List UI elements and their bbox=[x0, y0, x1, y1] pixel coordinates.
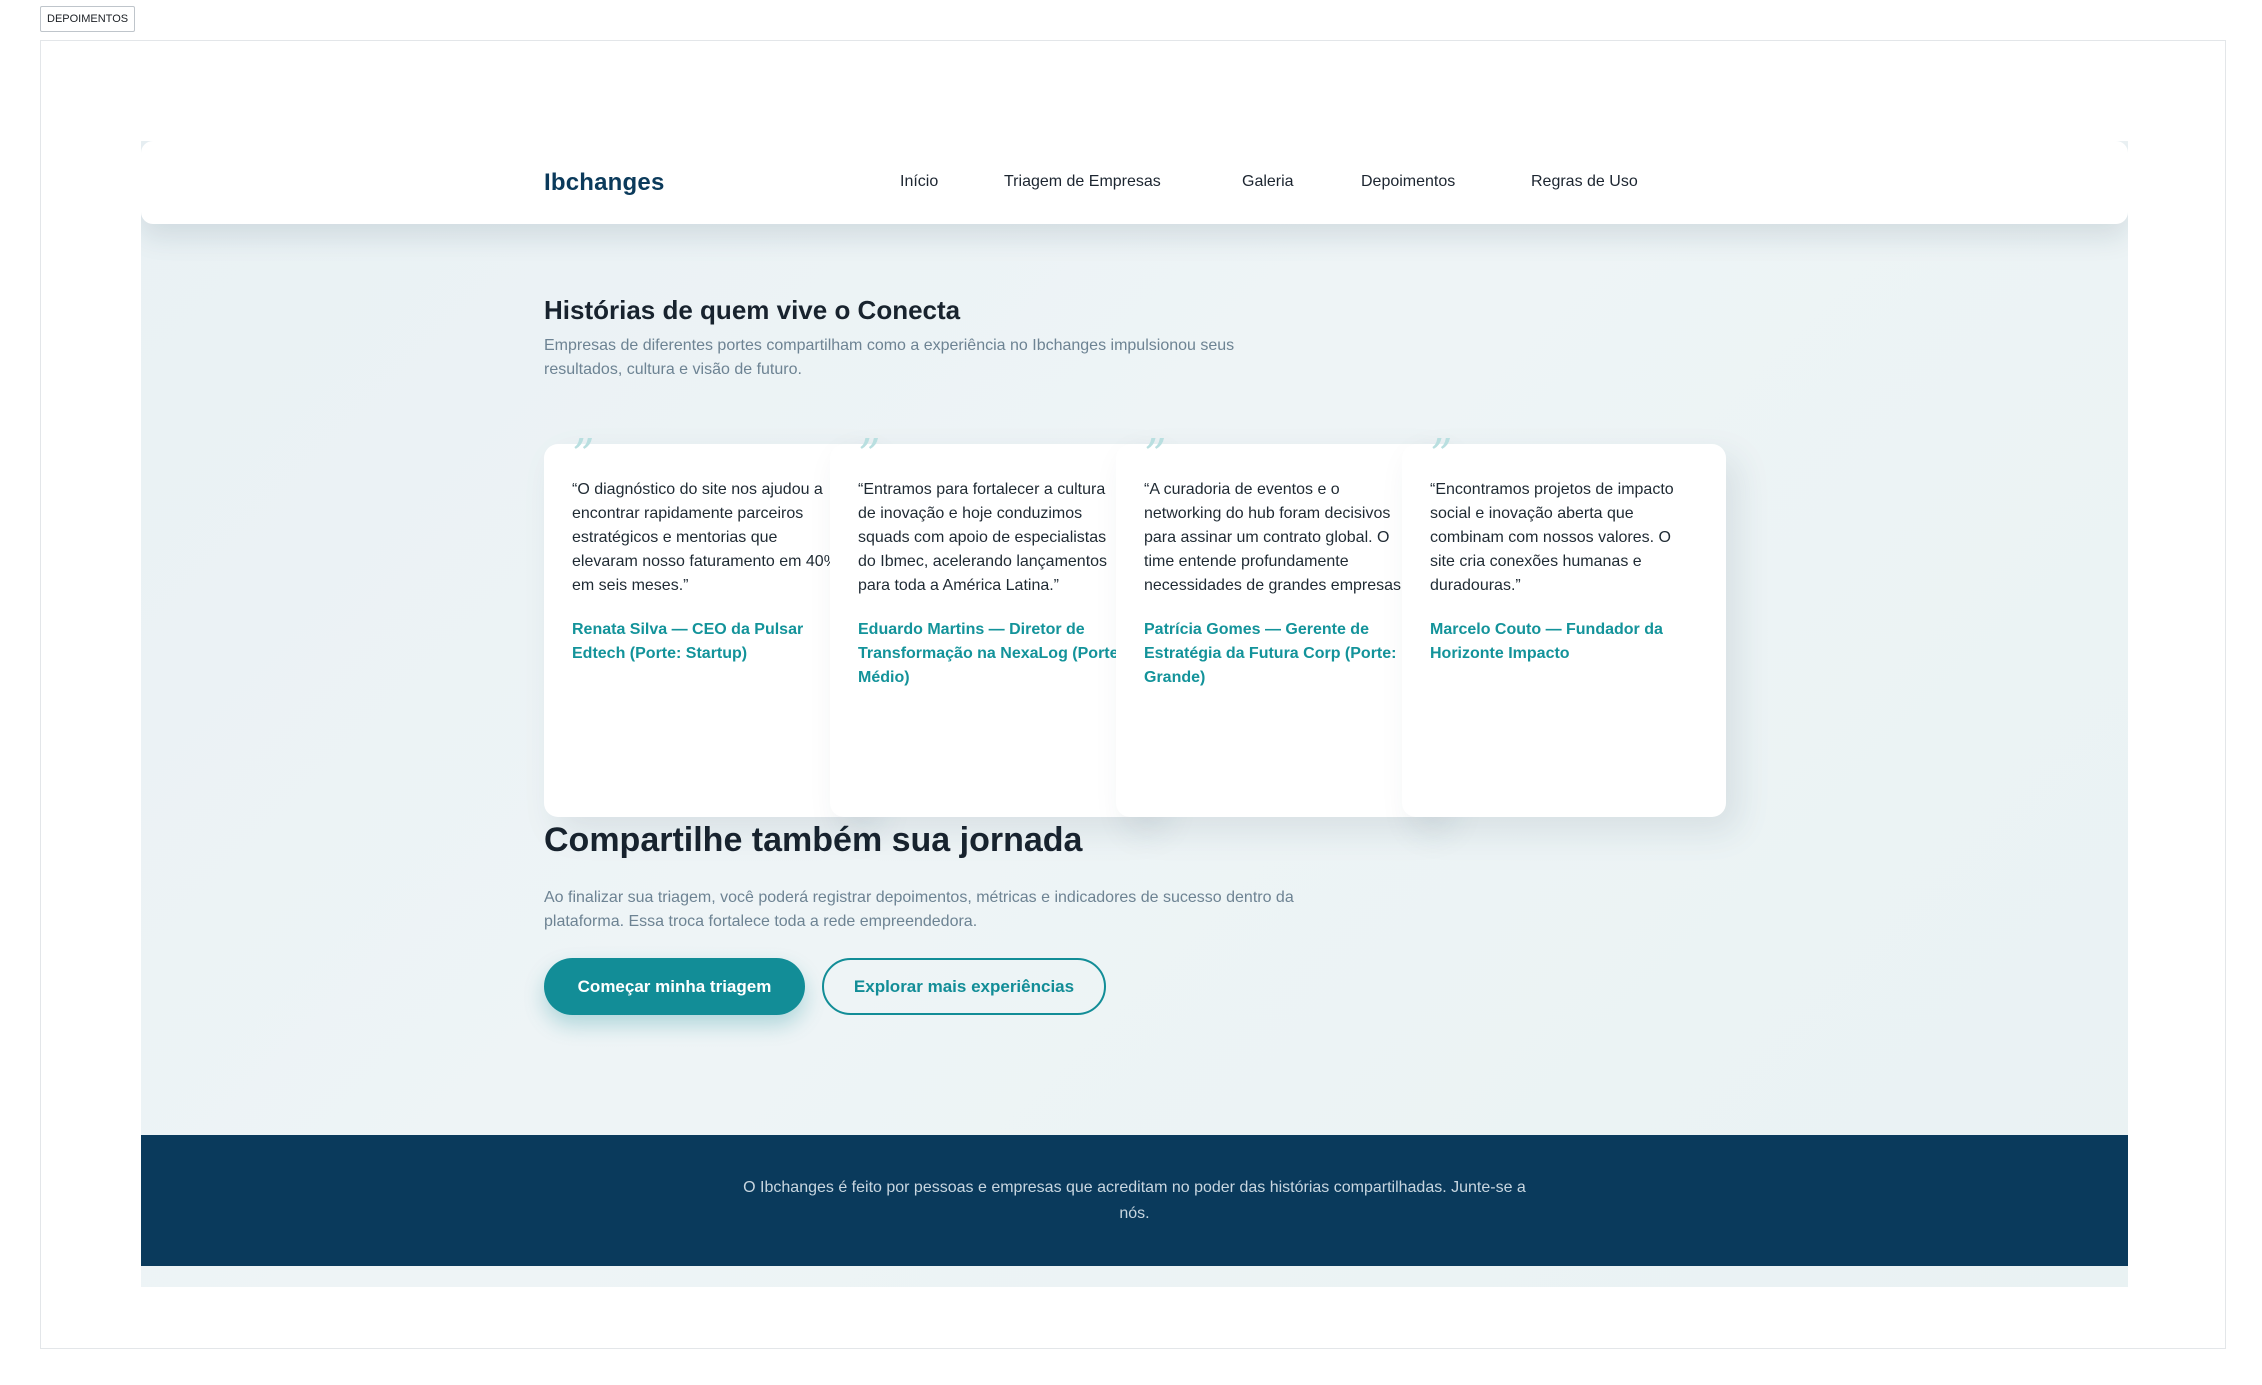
nav-link-depoimentos[interactable]: Depoimentos bbox=[1361, 173, 1455, 191]
nav-link-regras[interactable]: Regras de Uso bbox=[1531, 173, 1638, 191]
hero-subtitle: Empresas de diferentes portes compartilh… bbox=[544, 337, 1235, 378]
quote-icon: ” bbox=[858, 430, 881, 481]
testimonial-author: Eduardo Martins — Diretor de Transformaç… bbox=[858, 621, 1124, 686]
nav-link-inicio[interactable]: Início bbox=[900, 173, 938, 191]
testimonial-author: Patrícia Gomes — Gerente de Estratégia d… bbox=[1144, 621, 1397, 686]
top-navbar: Ibchanges Início Triagem de Empresas Gal… bbox=[141, 141, 2128, 224]
testimonial-card: ” “Entramos para fortalecer a cultura de… bbox=[830, 434, 1154, 817]
page-container: Ibchanges Início Triagem de Empresas Gal… bbox=[141, 141, 2128, 1287]
hero-title: Histórias de quem vive o Conecta bbox=[544, 295, 961, 325]
quote-icon: ” bbox=[1430, 430, 1453, 481]
quote-icon: ” bbox=[572, 430, 595, 481]
testimonial-quote: “O diagnóstico do site nos ajudou a enco… bbox=[572, 481, 838, 594]
share-title: Compartilhe também sua jornada bbox=[544, 821, 1083, 859]
testimonials-grid: ” “O diagnóstico do site nos ajudou a en… bbox=[544, 434, 1734, 817]
testimonial-quote: “Entramos para fortalecer a cultura de i… bbox=[858, 481, 1108, 594]
share-subtitle: Ao finalizar sua triagem, você poderá re… bbox=[544, 889, 1294, 930]
explore-experiences-button[interactable]: Explorar mais experiências bbox=[822, 958, 1106, 1015]
nav-link-galeria[interactable]: Galeria bbox=[1242, 173, 1294, 191]
frame-label: DEPOIMENTOS bbox=[40, 6, 136, 32]
testimonial-author: Marcelo Couto — Fundador da Horizonte Im… bbox=[1430, 621, 1663, 662]
testimonial-card: ” “O diagnóstico do site nos ajudou a en… bbox=[544, 434, 868, 817]
testimonial-card: ” “A curadoria de eventos e o networking… bbox=[1116, 434, 1440, 817]
nav-link-triagem[interactable]: Triagem de Empresas bbox=[1004, 173, 1161, 191]
testimonial-quote: “Encontramos projetos de impacto social … bbox=[1430, 481, 1674, 594]
quote-icon: ” bbox=[1144, 430, 1167, 481]
start-triage-button[interactable]: Começar minha triagem bbox=[544, 958, 805, 1015]
browser-frame: Ibchanges Início Triagem de Empresas Gal… bbox=[40, 40, 2226, 1349]
footer-text: O Ibchanges é feito por pessoas e empres… bbox=[743, 1179, 1526, 1222]
testimonial-card: ” “Encontramos projetos de impacto socia… bbox=[1402, 434, 1726, 817]
testimonial-author: Renata Silva — CEO da Pulsar Edtech (Por… bbox=[572, 621, 804, 662]
testimonial-quote: “A curadoria de eventos e o networking d… bbox=[1144, 481, 1411, 594]
main-nav: Início Triagem de Empresas Galeria Depoi… bbox=[141, 173, 2128, 197]
footer: O Ibchanges é feito por pessoas e empres… bbox=[141, 1135, 2128, 1266]
